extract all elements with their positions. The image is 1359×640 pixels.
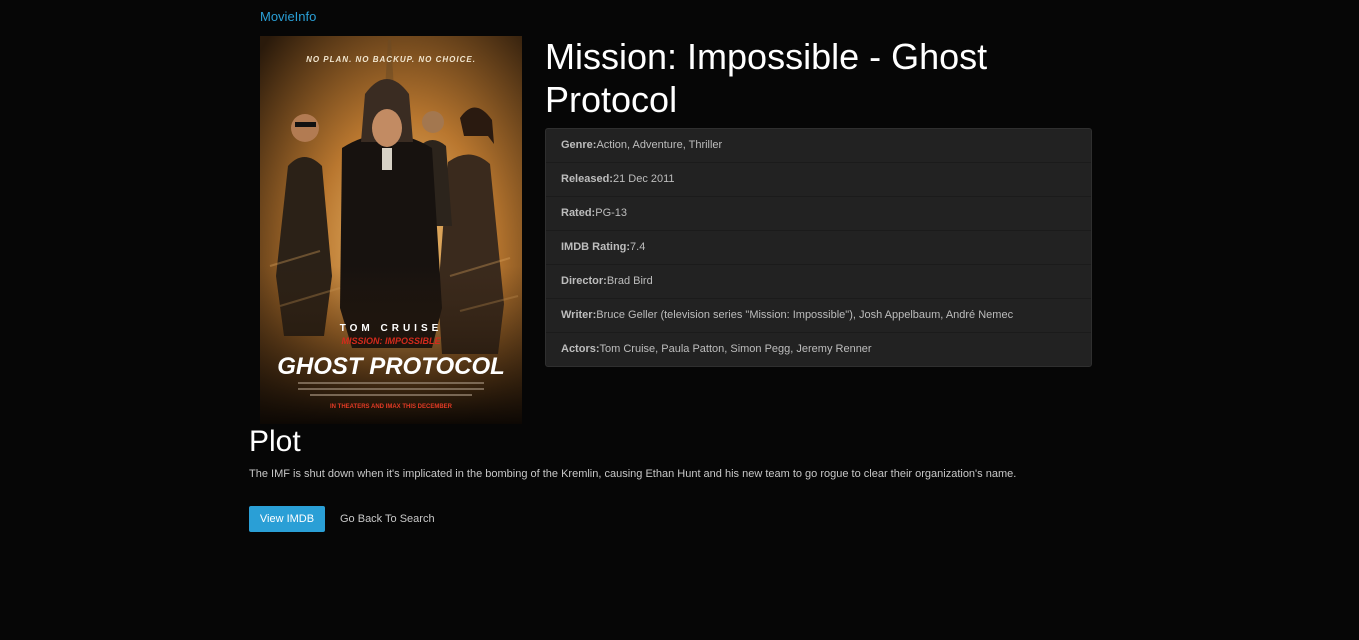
detail-label: Rated:: [561, 207, 596, 219]
detail-label: Genre:: [561, 139, 597, 151]
detail-value: 21 Dec 2011: [612, 173, 675, 185]
view-imdb-button[interactable]: View IMDB: [249, 506, 325, 532]
movie-details-list: Genre:Action, Adventure, Thriller Releas…: [545, 128, 1092, 367]
detail-value: Tom Cruise, Paula Patton, Simon Pegg, Je…: [599, 343, 872, 355]
detail-label: Writer:: [561, 309, 597, 321]
poster-actor-name: TOM CRUISE: [340, 323, 443, 334]
plot-text: The IMF is shut down when it's implicate…: [249, 468, 1017, 480]
poster-logo: GHOST PROTOCOL: [277, 353, 505, 380]
detail-value: Brad Bird: [606, 275, 653, 287]
movie-poster: NO PLAN. NO BACKUP. NO CHOICE. TOM CRUIS…: [260, 36, 522, 424]
detail-rated: Rated:PG-13: [546, 196, 1091, 230]
movie-page: MovieInfo NO PLAN. NO BACKUP. NO CHOICE.…: [0, 0, 1359, 640]
detail-value: Bruce Geller (television series "Mission…: [596, 309, 1014, 321]
detail-actors: Actors:Tom Cruise, Paula Patton, Simon P…: [546, 332, 1091, 366]
detail-director: Director:Brad Bird: [546, 264, 1091, 298]
detail-label: Released:: [561, 173, 613, 185]
detail-label: Actors:: [561, 343, 600, 355]
detail-released: Released:21 Dec 2011: [546, 162, 1091, 196]
detail-value: Action, Adventure, Thriller: [596, 139, 723, 151]
movie-title: Mission: Impossible - Ghost Protocol: [545, 36, 988, 120]
navbar-brand-link[interactable]: MovieInfo: [260, 8, 316, 25]
detail-label: IMDB Rating:: [561, 241, 631, 253]
detail-imdb-rating: IMDB Rating:7.4: [546, 230, 1091, 264]
poster-franchise: MISSION: IMPOSSIBLE: [341, 336, 441, 346]
detail-value: 7.4: [630, 241, 646, 253]
detail-value: PG-13: [595, 207, 628, 219]
back-to-search-link[interactable]: Go Back To Search: [340, 506, 435, 532]
poster-release-line: IN THEATERS AND IMAX THIS DECEMBER: [330, 404, 453, 410]
plot-heading: Plot: [249, 425, 301, 458]
poster-tagline: NO PLAN. NO BACKUP. NO CHOICE.: [306, 55, 476, 64]
detail-label: Director:: [561, 275, 607, 287]
detail-genre: Genre:Action, Adventure, Thriller: [546, 129, 1091, 162]
detail-writer: Writer:Bruce Geller (television series "…: [546, 298, 1091, 332]
